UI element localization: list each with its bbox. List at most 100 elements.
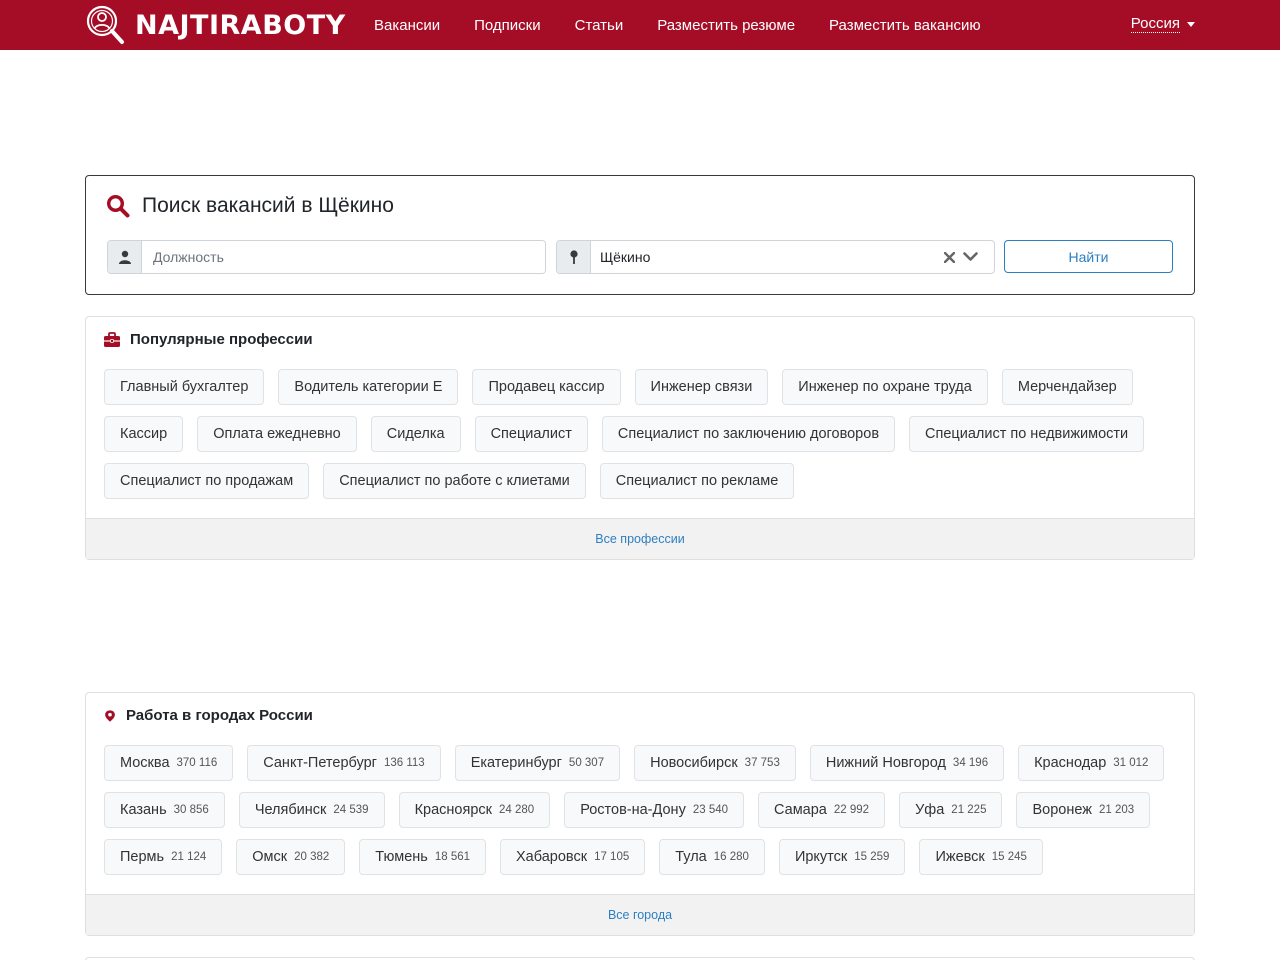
profession-chip[interactable]: Специалист (474, 416, 588, 452)
clear-icon[interactable] (944, 251, 955, 263)
nav-link-post-vacancy[interactable]: Разместить вакансию (812, 17, 998, 34)
search-panel: Поиск вакансий в Щёкино Щёкино (85, 175, 1195, 295)
city-name: Тула (675, 849, 707, 865)
city-chip[interactable]: Иркутск 15 259 (778, 839, 906, 875)
profession-chip[interactable]: Инженер связи (634, 369, 769, 405)
main-nav: Вакансии Подписки Статьи Разместить резю… (357, 0, 998, 50)
city-vacancy-count: 21 203 (1098, 804, 1135, 816)
city-chip[interactable]: Пермь 21 124 (104, 839, 223, 875)
city-name: Ростов-на-Дону (580, 802, 686, 818)
city-chip[interactable]: Самара 22 992 (758, 792, 886, 828)
city-name: Красноярск (414, 802, 492, 818)
profession-chip[interactable]: Сиделка (370, 416, 461, 452)
city-chip[interactable]: Уфа 21 225 (899, 792, 1003, 828)
cities-title: Работа в городах России (126, 707, 313, 724)
city-vacancy-count: 37 753 (744, 757, 780, 769)
city-chip[interactable]: Челябинск 24 539 (238, 792, 385, 828)
nav-link-subscriptions[interactable]: Подписки (457, 17, 558, 34)
popular-professions-card: Популярные профессии Главный бухгалтер В… (85, 316, 1195, 560)
city-chip[interactable]: Ижевск 15 245 (919, 839, 1043, 875)
user-icon (118, 250, 131, 264)
city-chip[interactable]: Тула 16 280 (659, 839, 765, 875)
cities-footer: Все города (86, 894, 1194, 935)
cities-card: Работа в городах России Москва 370 116 Са… (85, 692, 1195, 936)
professions-footer: Все профессии (86, 518, 1194, 559)
top-navbar: NAJTIRABOTY Вакансии Подписки Статьи Раз… (0, 0, 1280, 50)
city-name: Ижевск (935, 849, 985, 865)
all-cities-link[interactable]: Все города (608, 908, 672, 922)
city-name: Екатеринбург (470, 755, 562, 771)
city-chip[interactable]: Новосибирск 37 753 (634, 745, 796, 781)
professions-header: Популярные профессии (104, 331, 313, 348)
city-select[interactable]: Щёкино (591, 241, 944, 273)
job-addon (108, 241, 142, 273)
chevron-down-icon[interactable] (963, 252, 978, 262)
city-name: Новосибирск (650, 755, 738, 771)
profession-chip[interactable]: Специалист по работе с клиетами (323, 463, 586, 499)
city-addon (557, 241, 591, 273)
city-chip[interactable]: Ростов-на-Дону 23 540 (564, 792, 745, 828)
city-chip[interactable]: Воронеж 21 203 (1016, 792, 1151, 828)
city-vacancy-count: 22 992 (833, 804, 870, 816)
city-input-group: Щёкино (556, 240, 995, 274)
nav-link-post-resume[interactable]: Разместить резюме (640, 17, 812, 34)
city-vacancy-count: 34 196 (952, 757, 989, 769)
city-name: Пермь (120, 849, 165, 865)
region-dropdown[interactable]: Россия (1130, 15, 1195, 33)
search-title: Поиск вакансий в Щёкино (142, 194, 394, 217)
search-icon (106, 194, 130, 218)
profession-chip[interactable]: Мерчендайзер (1001, 369, 1133, 405)
city-chip[interactable]: Санкт-Петербург 136 113 (247, 745, 441, 781)
all-professions-link[interactable]: Все профессии (595, 532, 684, 546)
find-button[interactable]: Найти (1004, 240, 1173, 273)
job-title-input[interactable] (142, 241, 545, 273)
profession-chip[interactable]: Водитель категории Е (278, 369, 459, 405)
city-chip[interactable]: Москва 370 116 (104, 745, 234, 781)
city-name: Уфа (915, 802, 945, 818)
profession-chip[interactable]: Инженер по охране труда (782, 369, 988, 405)
city-name: Самара (774, 802, 827, 818)
city-vacancy-count: 21 124 (171, 851, 207, 863)
city-chip[interactable]: Красноярск 24 280 (398, 792, 551, 828)
profession-chip[interactable]: Специалист по заключению договоров (601, 416, 896, 452)
site-logo[interactable]: NAJTIRABOTY (85, 4, 346, 46)
logo-magnifier-icon (86, 5, 124, 44)
city-vacancy-count: 20 382 (294, 851, 330, 863)
city-chip[interactable]: Екатеринбург 50 307 (454, 745, 621, 781)
city-chip[interactable]: Казань 30 856 (104, 792, 225, 828)
city-vacancy-count: 18 561 (434, 851, 471, 863)
city-vacancy-count: 15 259 (854, 851, 890, 863)
city-vacancy-count: 16 280 (713, 851, 749, 863)
city-vacancy-count: 50 307 (568, 757, 605, 769)
profession-chip[interactable]: Продавец кассир (472, 369, 621, 405)
city-vacancy-count: 15 245 (991, 851, 1027, 863)
city-name: Челябинск (254, 802, 327, 818)
profession-chip[interactable]: Специалист по продажам (104, 463, 310, 499)
briefcase-icon (104, 331, 120, 347)
profession-chip[interactable]: Специалист по недвижимости (909, 416, 1145, 452)
city-chip[interactable]: Краснодар 31 012 (1018, 745, 1165, 781)
city-name: Казань (120, 802, 167, 818)
profession-chip[interactable]: Оплата ежедневно (197, 416, 357, 452)
region-label: Россия (1130, 15, 1180, 33)
city-vacancy-count: 31 012 (1113, 757, 1149, 769)
city-vacancy-count: 17 105 (594, 851, 630, 863)
profession-chip[interactable]: Кассир (104, 416, 184, 452)
city-chip[interactable]: Нижний Новгород 34 196 (809, 745, 1005, 781)
city-chip[interactable]: Тюмень 18 561 (359, 839, 487, 875)
city-vacancy-count: 23 540 (692, 804, 729, 816)
professions-list: Главный бухгалтер Водитель категории Е П… (104, 369, 1174, 499)
city-select-value: Щёкино (600, 249, 651, 265)
city-name: Краснодар (1034, 755, 1107, 771)
city-vacancy-count: 136 113 (383, 757, 425, 769)
job-input-group (107, 240, 546, 274)
city-name: Воронеж (1032, 802, 1092, 818)
city-chip[interactable]: Омск 20 382 (236, 839, 346, 875)
nav-link-vacancies[interactable]: Вакансии (357, 17, 457, 34)
profession-chip[interactable]: Главный бухгалтер (104, 369, 265, 405)
nav-link-articles[interactable]: Статьи (558, 17, 641, 34)
city-name: Санкт-Петербург (263, 755, 377, 771)
profession-chip[interactable]: Специалист по рекламе (599, 463, 795, 499)
city-name: Хабаровск (516, 849, 588, 865)
city-chip[interactable]: Хабаровск 17 105 (500, 839, 646, 875)
